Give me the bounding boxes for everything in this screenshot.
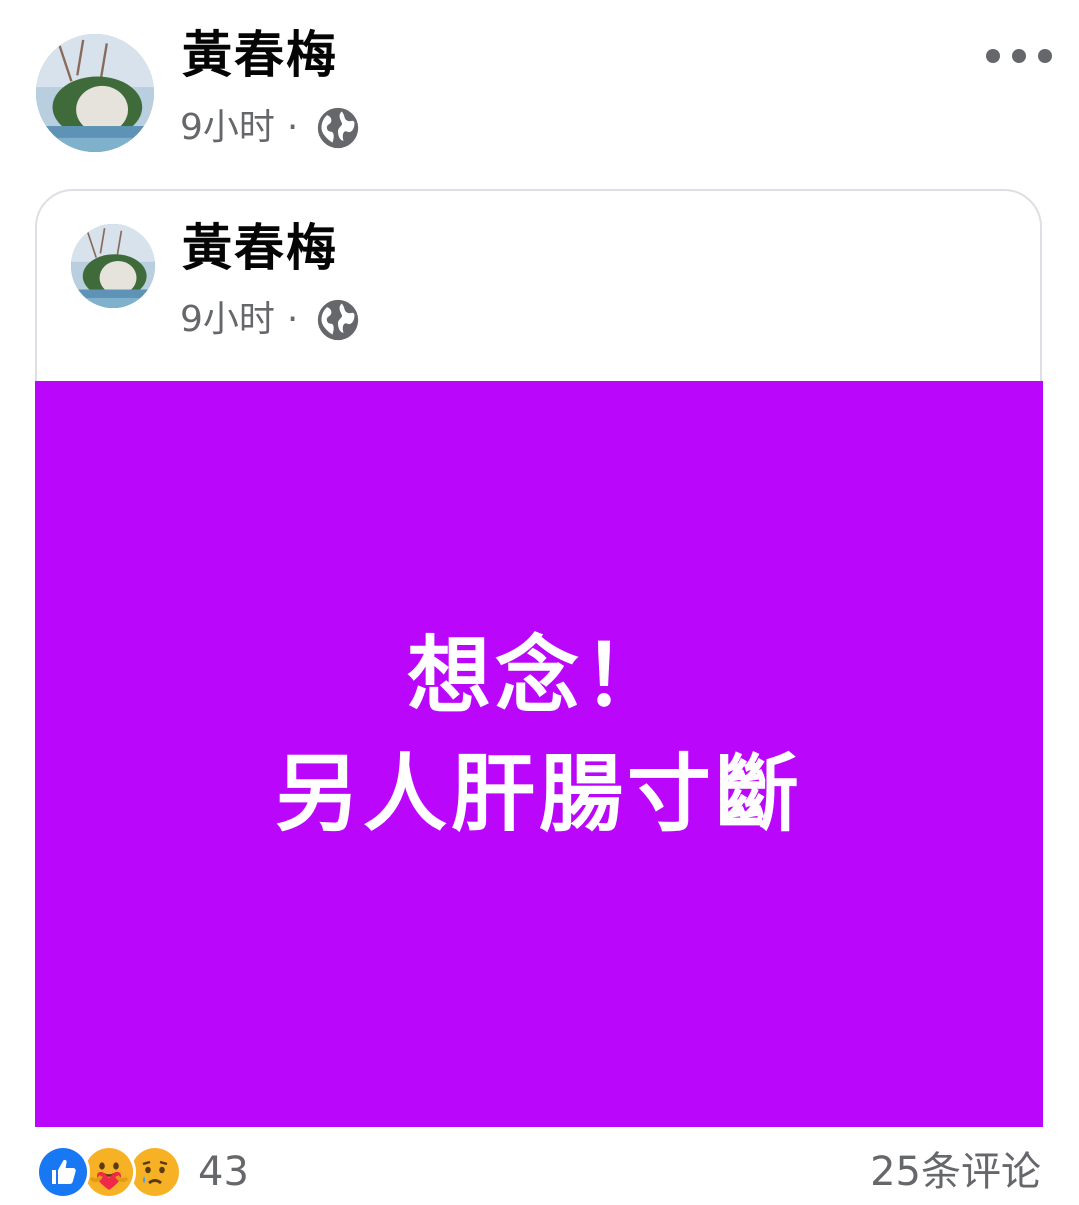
meta-separator: · bbox=[286, 299, 299, 340]
post-text-background[interactable]: 想念！ 另人肝腸寸斷 bbox=[35, 381, 1043, 1127]
care-icon bbox=[82, 1145, 136, 1199]
author-avatar[interactable] bbox=[36, 34, 154, 152]
shared-post-meta: 9小时 · bbox=[180, 298, 360, 342]
facebook-post: 黃春梅 9小时 · 黃春梅 9小时 · 想念！ 另人肝腸寸斷 43 25条评论 bbox=[0, 0, 1079, 1205]
post-text-line: 另人肝腸寸斷 bbox=[274, 745, 803, 843]
comments-count-link[interactable]: 25条评论 bbox=[870, 1148, 1041, 1196]
avatar-image bbox=[36, 34, 154, 152]
globe-icon[interactable] bbox=[316, 106, 360, 150]
post-meta: 9小时 · bbox=[180, 106, 360, 150]
author-name[interactable]: 黃春梅 bbox=[182, 27, 338, 83]
post-time[interactable]: 9小时 bbox=[180, 108, 275, 148]
reactions-summary[interactable]: 43 bbox=[36, 1144, 249, 1200]
like-icon bbox=[36, 1145, 90, 1199]
post-text-line: 想念！ bbox=[406, 627, 671, 725]
shared-post-time[interactable]: 9小时 bbox=[180, 300, 275, 340]
sad-icon bbox=[128, 1145, 182, 1199]
more-dot bbox=[1012, 49, 1026, 63]
more-dot bbox=[1038, 49, 1052, 63]
avatar-image bbox=[71, 224, 155, 308]
more-options-button[interactable] bbox=[986, 40, 1052, 72]
globe-icon[interactable] bbox=[316, 298, 360, 342]
reaction-count[interactable]: 43 bbox=[198, 1148, 249, 1196]
shared-author-avatar[interactable] bbox=[71, 224, 155, 308]
meta-separator: · bbox=[286, 107, 299, 148]
more-horizontal-icon bbox=[986, 49, 1000, 63]
shared-author-name[interactable]: 黃春梅 bbox=[182, 220, 338, 276]
